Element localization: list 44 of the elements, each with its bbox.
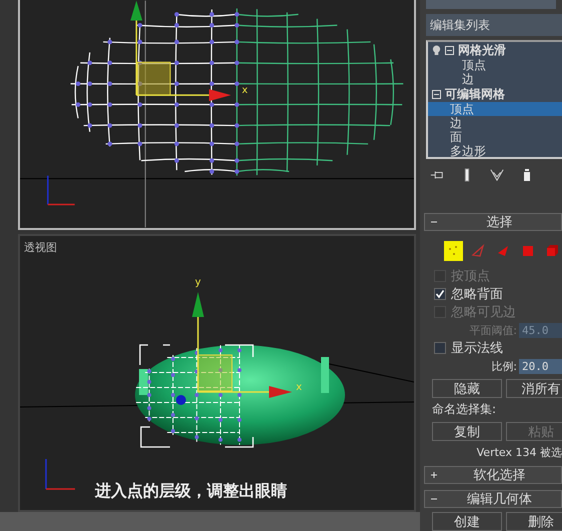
checkbox-label: 按顶点	[451, 268, 490, 286]
modifier-name[interactable]: 网格光滑	[458, 42, 506, 59]
top-viewport[interactable]: x	[18, 0, 416, 230]
move-gizmo-drawing[interactable]	[130, 0, 231, 102]
panel-button[interactable]: 隐藏	[432, 379, 502, 398]
vertex-mode-icon[interactable]	[444, 241, 463, 262]
panel-button[interactable]: 创建	[432, 512, 502, 531]
checkbox-label: 忽略背面	[451, 286, 503, 304]
spinner-field[interactable]: 20.0	[519, 358, 562, 374]
panel-button[interactable]: 删除	[506, 512, 562, 531]
sub-object-item[interactable]: 顶点	[428, 102, 562, 116]
light-bulb-icon[interactable]	[432, 44, 441, 56]
modifier-name[interactable]: 可编辑网格	[445, 86, 505, 103]
sub-object-item[interactable]: 面	[428, 130, 562, 144]
selection-status: Vertex 134 被选	[476, 445, 562, 460]
spinner-label: 比例:	[491, 358, 517, 374]
rollout-header[interactable]: 选择	[424, 213, 562, 232]
object-name-field[interactable]	[426, 0, 556, 10]
rollout-header[interactable]: 软化选择	[424, 466, 562, 484]
checkbox-label: 显示法线	[451, 340, 503, 358]
collapse-icon[interactable]	[445, 46, 454, 55]
checkbox-label: 忽略可见边	[451, 304, 516, 322]
rollout-header[interactable]: 编辑几何体	[424, 490, 562, 508]
checkbox[interactable]	[434, 342, 446, 354]
named-sets-label: 命名选择集:	[432, 401, 498, 418]
checkbox[interactable]	[434, 288, 446, 300]
perspective-viewport[interactable]: 透视图 y x 进入点的层级，调整出眼睛	[18, 234, 416, 512]
sub-object-item[interactable]: 顶点	[428, 58, 562, 72]
axis-label: x	[296, 382, 302, 393]
panel-button[interactable]: 消所有	[506, 379, 562, 398]
axis-tripod-icon	[45, 459, 75, 490]
axis-label: x	[242, 85, 248, 96]
spinner-label: 平面阈值:	[469, 322, 517, 338]
sub-object-item[interactable]: 边	[428, 116, 562, 130]
sub-object-item[interactable]: 边	[428, 72, 562, 86]
move-gizmo-drawing[interactable]	[176, 292, 292, 405]
tutorial-caption: 进入点的层级，调整出眼睛	[95, 481, 287, 502]
axis-label: y	[195, 277, 201, 288]
panel-button[interactable]: 复制	[432, 422, 502, 441]
modifier-list-dropdown[interactable]: 编辑集列表	[426, 14, 562, 36]
collapse-icon[interactable]	[432, 90, 441, 99]
axis-tripod-icon	[47, 176, 75, 206]
viewport-label: 透视图	[24, 240, 57, 255]
plus-icon[interactable]	[430, 471, 438, 479]
